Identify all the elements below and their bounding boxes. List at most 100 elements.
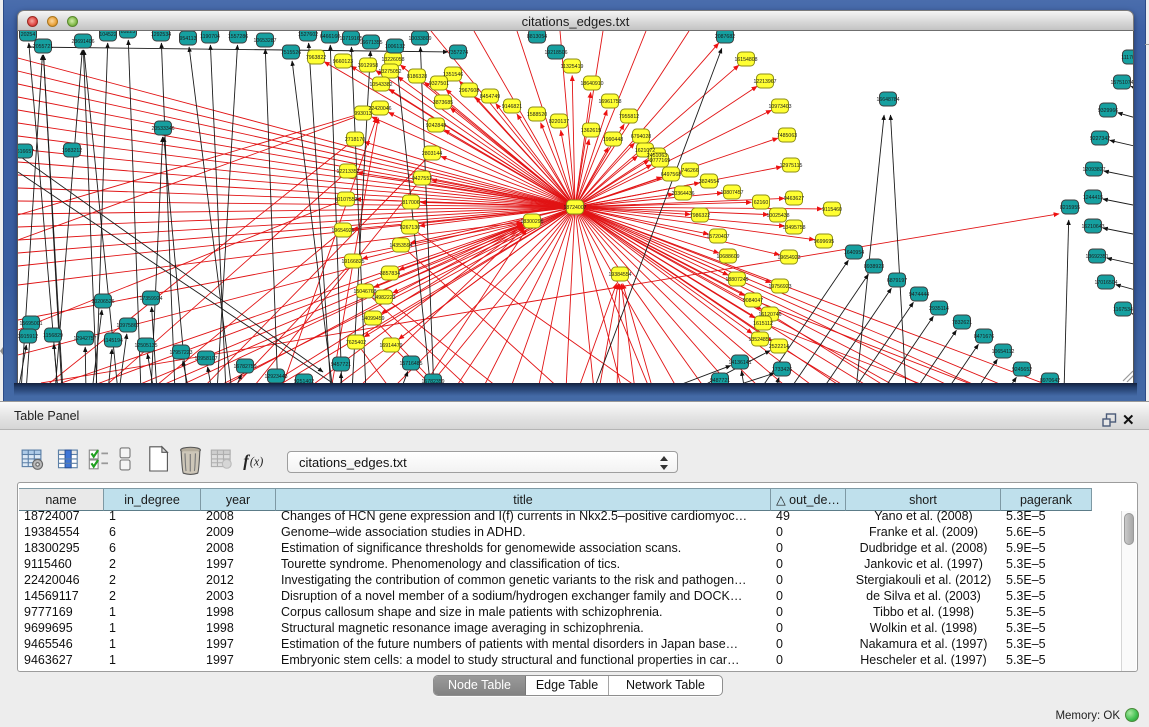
svg-text:12505135: 12505135 xyxy=(134,343,157,349)
svg-text:3915912: 3915912 xyxy=(18,334,38,340)
svg-text:14353594: 14353594 xyxy=(389,243,412,249)
svg-text:9427552: 9427552 xyxy=(412,176,432,182)
svg-text:17957223: 17957223 xyxy=(169,350,192,356)
svg-text:20206526: 20206526 xyxy=(91,299,114,305)
svg-text:7485063: 7485063 xyxy=(777,133,797,139)
svg-text:10973403: 10973403 xyxy=(768,104,791,110)
svg-text:15720407: 15720407 xyxy=(706,234,729,240)
svg-text:3873685: 3873685 xyxy=(433,100,453,106)
svg-text:1006132: 1006132 xyxy=(385,44,405,50)
svg-text:9660123: 9660123 xyxy=(333,59,353,65)
svg-text:62160: 62160 xyxy=(754,200,769,206)
svg-text:1990448: 1990448 xyxy=(603,137,623,143)
svg-text:2616657: 2616657 xyxy=(18,149,34,155)
svg-text:19218506: 19218506 xyxy=(544,50,567,56)
svg-text:10543382: 10543382 xyxy=(369,82,392,88)
svg-text:12213352: 12213352 xyxy=(336,169,359,175)
svg-text:9699695: 9699695 xyxy=(814,239,834,245)
svg-text:1557286: 1557286 xyxy=(228,34,248,40)
svg-text:9146821: 9146821 xyxy=(502,104,522,110)
svg-text:20254: 20254 xyxy=(21,32,36,38)
svg-text:993013: 993013 xyxy=(354,111,371,117)
svg-text:10807457: 10807457 xyxy=(720,190,743,196)
svg-text:9227342: 9227342 xyxy=(1090,136,1110,142)
svg-text:10654112: 10654112 xyxy=(992,349,1015,355)
svg-text:16782759: 16782759 xyxy=(233,364,256,370)
svg-text:10975867: 10975867 xyxy=(116,323,139,329)
svg-text:18300295: 18300295 xyxy=(520,219,543,225)
svg-text:1167534: 1167534 xyxy=(1113,307,1133,313)
svg-text:3857834: 3857834 xyxy=(380,271,400,277)
svg-text:1156829: 1156829 xyxy=(43,333,63,339)
svg-text:7832621: 7832621 xyxy=(952,320,972,326)
svg-text:16961758: 16961758 xyxy=(598,99,621,105)
svg-text:9115460: 9115460 xyxy=(822,207,842,213)
svg-text:8220137: 8220137 xyxy=(549,119,569,125)
svg-text:7955812: 7955812 xyxy=(619,114,639,120)
svg-text:9329966: 9329966 xyxy=(1098,108,1118,114)
svg-text:10107553: 10107553 xyxy=(334,197,357,203)
svg-text:9327501: 9327501 xyxy=(429,81,449,87)
svg-text:12942757: 12942757 xyxy=(73,336,96,342)
svg-text:17359924: 17359924 xyxy=(139,296,162,302)
svg-text:6497568: 6497568 xyxy=(661,172,681,178)
svg-text:23691406: 23691406 xyxy=(71,39,94,45)
svg-text:6794028: 6794028 xyxy=(631,134,651,140)
svg-text:19654923: 19654923 xyxy=(777,255,800,261)
svg-text:2087682: 2087682 xyxy=(715,34,735,40)
svg-text:13692351: 13692351 xyxy=(1085,254,1108,260)
svg-text:9463627: 9463627 xyxy=(784,196,804,202)
svg-text:(x): (x) xyxy=(250,455,263,469)
svg-text:12093827: 12093827 xyxy=(1082,167,1105,173)
svg-text:7625402: 7625402 xyxy=(346,340,366,346)
svg-text:12975115: 12975115 xyxy=(780,163,803,169)
svg-text:19654925: 19654925 xyxy=(331,228,354,234)
svg-text:14136141: 14136141 xyxy=(728,360,751,366)
svg-text:1588520: 1588520 xyxy=(527,112,547,118)
svg-text:7963822: 7963822 xyxy=(306,55,326,61)
svg-text:1640954: 1640954 xyxy=(844,250,864,256)
svg-text:2935114: 2935114 xyxy=(929,306,949,312)
svg-text:16120746: 16120746 xyxy=(758,312,781,318)
svg-text:8938923: 8938923 xyxy=(864,264,884,270)
svg-text:2055721: 2055721 xyxy=(33,44,53,50)
svg-text:1983212: 1983212 xyxy=(62,148,82,154)
svg-text:22420046: 22420046 xyxy=(368,106,391,112)
svg-text:2522214: 2522214 xyxy=(769,344,789,350)
svg-text:15716485: 15716485 xyxy=(399,361,422,367)
svg-text:3912958: 3912958 xyxy=(358,63,378,69)
svg-text:9242848: 9242848 xyxy=(426,123,446,129)
svg-text:15695001: 15695001 xyxy=(19,321,42,327)
svg-text:2803144: 2803144 xyxy=(422,151,442,157)
svg-text:13495758: 13495758 xyxy=(782,225,805,231)
svg-text:17016504: 17016504 xyxy=(1094,280,1117,286)
svg-text:7515526: 7515526 xyxy=(281,50,301,56)
svg-text:1145194: 1145194 xyxy=(103,338,123,344)
svg-text:10958107: 10958107 xyxy=(194,356,217,362)
svg-text:7986322: 7986322 xyxy=(690,213,710,219)
svg-text:2967608: 2967608 xyxy=(459,88,479,94)
svg-text:18724007: 18724007 xyxy=(563,205,586,211)
svg-text:14982223: 14982223 xyxy=(372,295,395,301)
svg-text:13226058: 13226058 xyxy=(381,57,404,63)
svg-text:6466160: 6466160 xyxy=(320,34,340,40)
svg-text:18640910: 18640910 xyxy=(580,81,603,87)
svg-text:9084047: 9084047 xyxy=(743,298,763,304)
svg-text:6879197: 6879197 xyxy=(887,278,907,284)
svg-text:13524851: 13524851 xyxy=(748,337,771,343)
svg-text:85223: 85223 xyxy=(121,31,136,35)
svg-text:8454749: 8454749 xyxy=(480,94,500,100)
svg-text:1292534: 1292534 xyxy=(151,32,171,38)
svg-text:1362615: 1362615 xyxy=(581,128,601,134)
svg-text:1190704: 1190704 xyxy=(200,34,220,40)
svg-text:15751074: 15751074 xyxy=(1110,80,1133,86)
svg-text:954113: 954113 xyxy=(180,36,197,42)
svg-text:16914479: 16914479 xyxy=(379,343,402,349)
svg-text:19756923: 19756923 xyxy=(768,284,791,290)
svg-text:1527602: 1527602 xyxy=(298,32,318,38)
svg-text:8267130: 8267130 xyxy=(400,225,420,231)
svg-text:7357274: 7357274 xyxy=(448,50,468,56)
svg-text:746266: 746266 xyxy=(681,168,698,174)
svg-text:10033809: 10033809 xyxy=(408,36,431,42)
svg-text:10653287: 10653287 xyxy=(253,38,276,44)
